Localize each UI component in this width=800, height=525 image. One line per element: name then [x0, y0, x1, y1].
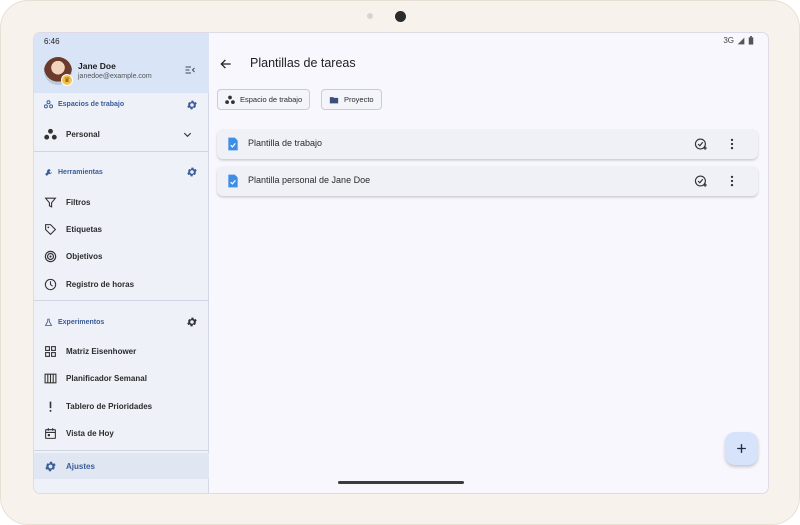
add-template-button[interactable]	[725, 432, 758, 465]
sensor-dot	[367, 13, 373, 19]
experiments-title: Experimentos	[58, 319, 105, 326]
document-icon	[228, 174, 238, 188]
status-time: 6:46	[44, 37, 60, 46]
sidebar-item-settings[interactable]: Ajustes	[34, 453, 209, 479]
calendar-icon	[45, 427, 56, 439]
workspaces-title: Espacios de trabajo	[58, 101, 125, 108]
network-label: 3G	[723, 36, 734, 45]
chip-label: Espacio de trabajo	[240, 95, 303, 104]
add-check-icon[interactable]	[694, 174, 708, 188]
divider	[34, 450, 209, 451]
sidebar-item-eisenhower[interactable]: Matriz Eisenhower	[34, 338, 209, 364]
clock-icon	[44, 278, 57, 290]
sidebar-item-label: Ajustes	[66, 461, 95, 471]
sidebar-item-time-log[interactable]: Registro de horas	[34, 271, 209, 297]
chip-label: Proyecto	[344, 95, 374, 104]
filter-chip-workspace[interactable]: Espacio de trabajo	[217, 89, 311, 110]
workspace-icon	[225, 95, 235, 104]
tag-icon	[45, 223, 57, 235]
template-card[interactable]: Plantilla de trabajo	[217, 129, 758, 159]
back-arrow-icon[interactable]	[219, 57, 233, 71]
signal-icon	[737, 37, 745, 44]
template-title: Plantilla de trabajo	[248, 138, 323, 148]
crown-badge-icon: ♛	[61, 74, 73, 86]
wrench-icon	[45, 169, 52, 176]
template-title: Plantilla personal de Jane Doe	[248, 175, 371, 185]
more-vert-icon[interactable]	[725, 137, 739, 151]
navigation-drawer: 6:46 ♛ Jane Doe janedoe@example.com Espa…	[34, 33, 209, 493]
chevron-down-icon[interactable]	[182, 129, 193, 140]
template-card[interactable]: Plantilla personal de Jane Doe	[217, 166, 758, 196]
sidebar-item-label: Planificador Semanal	[66, 373, 147, 383]
app-screen: 6:46 ♛ Jane Doe janedoe@example.com Espa…	[34, 33, 768, 493]
filter-icon	[44, 197, 57, 208]
more-vert-icon[interactable]	[725, 174, 739, 188]
folder-icon	[329, 96, 339, 103]
sidebar-item-weekly-planner[interactable]: Planificador Semanal	[34, 365, 209, 391]
workspaces-section-title: Espacios de trabajo	[44, 100, 124, 109]
user-header: 6:46 ♛ Jane Doe janedoe@example.com	[34, 33, 209, 93]
status-bar: 3G	[723, 36, 754, 45]
workspace-dots-icon	[44, 128, 57, 140]
filter-chip-project[interactable]: Proyecto	[321, 89, 382, 110]
collapse-menu-icon[interactable]	[184, 64, 196, 76]
columns-icon	[44, 373, 57, 383]
plus-icon	[737, 444, 746, 453]
workspace-icon	[44, 100, 53, 109]
experiments-gear-icon[interactable]	[186, 316, 198, 328]
sidebar-item-label: Tablero de Prioridades	[66, 401, 153, 411]
sidebar-item-label: Etiquetas	[66, 224, 103, 234]
experiments-section-title: Experimentos	[44, 318, 104, 327]
sidebar-item-filters[interactable]: Filtros	[34, 189, 209, 215]
flask-icon	[44, 318, 53, 326]
front-camera	[395, 11, 406, 22]
sidebar-item-goals[interactable]: Objetivos	[34, 243, 209, 269]
sidebar-item-today-view[interactable]: Vista de Hoy	[34, 420, 209, 446]
sidebar-item-label: Vista de Hoy	[66, 428, 114, 438]
tools-section-title: Herramientas	[44, 168, 103, 177]
battery-icon	[748, 36, 754, 45]
divider	[34, 300, 209, 301]
workspaces-gear-icon[interactable]	[186, 99, 198, 111]
sidebar-item-label: Registro de horas	[66, 279, 135, 289]
tools-gear-icon[interactable]	[186, 166, 198, 178]
sidebar-item-label: Matriz Eisenhower	[66, 346, 137, 356]
main-content: 3G Plantillas de tareas Espacio de traba…	[209, 33, 768, 493]
tablet-frame: 6:46 ♛ Jane Doe janedoe@example.com Espa…	[0, 0, 800, 525]
page-title: Plantillas de tareas	[250, 56, 356, 70]
sidebar-item-tags[interactable]: Etiquetas	[34, 216, 209, 242]
divider	[34, 151, 209, 152]
add-check-icon[interactable]	[694, 137, 708, 151]
grid-icon	[45, 345, 56, 357]
sidebar-item-label: Objetivos	[66, 251, 103, 261]
workspace-selected-label: Personal	[66, 129, 100, 139]
target-icon	[44, 250, 57, 262]
exclamation-icon	[49, 401, 52, 412]
tools-title: Herramientas	[58, 169, 103, 176]
gear-icon	[45, 461, 56, 471]
sidebar-item-label: Filtros	[66, 197, 91, 207]
sidebar-item-priority-board[interactable]: Tablero de Prioridades	[34, 393, 209, 419]
user-name: Jane Doe	[78, 61, 116, 71]
user-email: janedoe@example.com	[78, 73, 152, 80]
home-indicator[interactable]	[338, 481, 464, 484]
document-icon	[228, 137, 238, 151]
